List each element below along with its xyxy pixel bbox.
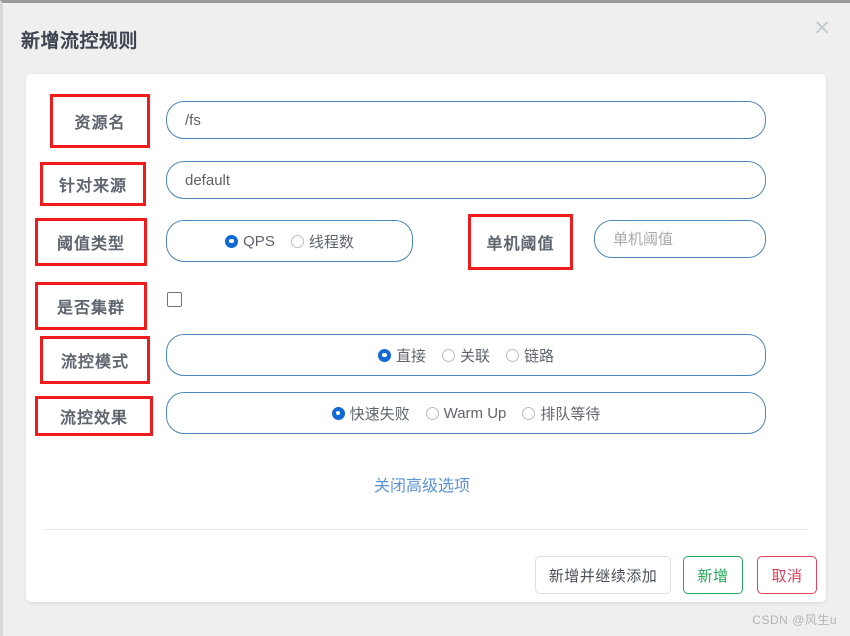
dialog-body-card: 资源名 针对来源 阈值类型 QPS 线程 <box>26 74 826 602</box>
radio-effect-queue-wait[interactable]: 排队等待 <box>522 403 600 424</box>
radio-mode-associated[interactable]: 关联 <box>441 345 490 366</box>
single-machine-threshold-input[interactable] <box>594 220 766 258</box>
footer-divider <box>44 529 808 530</box>
radio-effect-warm-up[interactable]: Warm Up <box>425 405 506 422</box>
add-flow-rule-dialog: 新增流控规则 ✕ 资源名 针对来源 阈值类型 QPS <box>6 6 850 636</box>
radio-mode-direct[interactable]: 直接 <box>377 345 426 366</box>
origin-input[interactable] <box>166 161 766 199</box>
toggle-advanced-options-link[interactable]: 关闭高级选项 <box>374 472 470 496</box>
radio-dot-icon <box>331 406 345 420</box>
radio-threshold-qps[interactable]: QPS <box>225 233 275 250</box>
label-threshold-type: 阈值类型 <box>35 218 147 266</box>
add-button[interactable]: 新增 <box>683 556 743 594</box>
radio-dot-icon <box>522 406 536 420</box>
label-flow-effect: 流控效果 <box>35 396 153 436</box>
is-cluster-checkbox[interactable] <box>167 292 182 307</box>
radio-dot-icon <box>290 234 304 248</box>
flow-effect-radio-group[interactable]: 快速失败 Warm Up 排队等待 <box>166 392 766 434</box>
close-icon[interactable]: ✕ <box>807 14 837 44</box>
resource-name-input[interactable] <box>166 101 766 139</box>
threshold-type-radio-group[interactable]: QPS 线程数 <box>166 220 413 262</box>
radio-mode-chain[interactable]: 链路 <box>506 345 554 366</box>
radio-dot-icon <box>441 348 455 362</box>
label-is-cluster: 是否集群 <box>35 282 147 330</box>
radio-dot-icon <box>225 234 239 248</box>
radio-effect-fast-fail[interactable]: 快速失败 <box>331 403 410 424</box>
radio-dot-icon <box>425 406 439 420</box>
dialog-title: 新增流控规则 <box>21 31 139 52</box>
label-origin: 针对来源 <box>40 162 146 206</box>
flow-mode-radio-group[interactable]: 直接 关联 链路 <box>166 334 766 376</box>
label-single-machine-threshold: 单机阈值 <box>468 214 573 270</box>
cancel-button[interactable]: 取消 <box>757 556 817 594</box>
radio-dot-icon <box>377 348 391 362</box>
add-and-continue-button[interactable]: 新增并继续添加 <box>535 556 671 594</box>
watermark: CSDN @风生u <box>752 613 837 627</box>
radio-threshold-threads[interactable]: 线程数 <box>290 231 354 252</box>
label-resource-name: 资源名 <box>50 94 150 148</box>
label-flow-mode: 流控模式 <box>40 336 150 384</box>
window-frame: 新增流控规则 ✕ 资源名 针对来源 阈值类型 QPS <box>0 0 850 636</box>
radio-dot-icon <box>506 348 519 362</box>
